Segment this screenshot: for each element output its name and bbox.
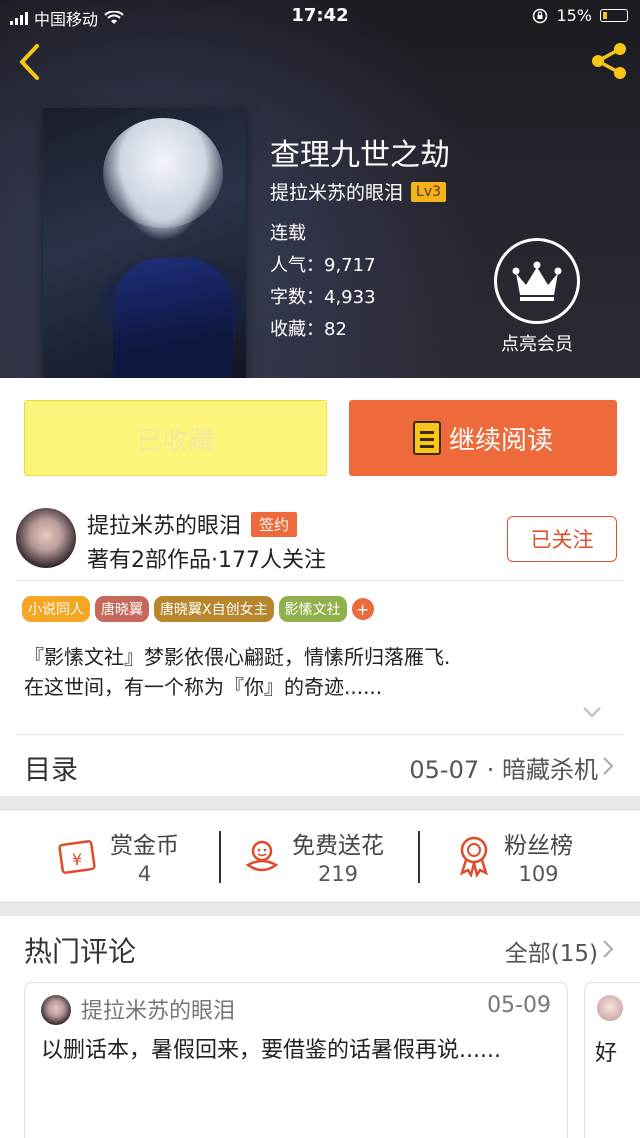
catalog-label: 目录 [24, 755, 78, 786]
continue-reading-button[interactable]: 继续阅读 [349, 400, 617, 476]
tag-item[interactable]: 影愫文社 [278, 596, 347, 622]
fan-rank-count: 109 [518, 862, 559, 886]
comments-label: 热门评论 [24, 935, 137, 968]
medal-icon [459, 836, 489, 877]
level-badge: Lv3 [411, 181, 447, 202]
tag-item[interactable]: 唐晓翼 [95, 596, 149, 622]
book-popularity: 人气：9,717 [270, 255, 376, 276]
chevron-right-icon [603, 757, 614, 775]
hot-comments: 热门评论 全部(15) 提拉米苏的眼泪 05-09 以删话本，暑假回来，要借鉴的… [0, 916, 640, 1138]
comment-text: 以删话本，暑假回来，要借鉴的话暑假再说...... [41, 1038, 501, 1063]
book-word-count: 字数：4,933 [270, 287, 376, 308]
tag-item[interactable]: 唐晓翼X自创女主 [154, 596, 274, 622]
intro-line: 『影愫文社』梦影依偎心翩跹，情愫所归落雁飞. [24, 645, 451, 669]
add-tag-button[interactable]: + [351, 598, 374, 620]
divider [16, 734, 624, 735]
vip-button[interactable]: 点亮会员 [492, 238, 582, 358]
book-favorites: 收藏：82 [270, 319, 347, 340]
svg-text:¥: ¥ [72, 850, 82, 869]
comment-card[interactable]: 提拉米苏的眼泪 05-09 以删话本，暑假回来，要借鉴的话暑假再说...... [24, 982, 568, 1138]
send-flower-button[interactable]: 免费送花 219 [244, 825, 384, 887]
tag-item[interactable]: 小说同人 [22, 596, 90, 622]
book-status: 连载 [270, 223, 306, 244]
tag-list: 小说同人 唐晓翼 唐晓翼X自创女主 影愫文社 + [22, 596, 374, 622]
favorited-button[interactable]: 已收藏 [24, 400, 327, 476]
follow-button[interactable]: 已关注 [507, 516, 617, 562]
book-cover[interactable] [43, 108, 246, 378]
avatar[interactable] [41, 995, 71, 1025]
action-bar: 已收藏 继续阅读 [0, 378, 640, 496]
book-author-row[interactable]: 提拉米苏的眼泪 Lv3 [270, 178, 447, 205]
battery-percent: 15% [556, 6, 592, 25]
book-icon [412, 421, 441, 455]
book-intro[interactable]: 『影愫文社』梦影依偎心翩跹，情愫所归落雁飞. 在这世间，有一个称为『你』的奇迹.… [24, 642, 624, 702]
back-button[interactable] [10, 38, 50, 86]
share-icon [592, 43, 626, 79]
comment-date: 05-09 [487, 993, 551, 1018]
section-gap [0, 901, 640, 916]
divider [16, 580, 624, 581]
signed-badge: 签约 [251, 511, 298, 537]
cover-art [103, 118, 223, 228]
chevron-left-icon [20, 44, 39, 80]
reward-count: 4 [137, 862, 152, 886]
share-button[interactable] [586, 38, 632, 84]
chevron-right-icon [603, 940, 614, 958]
fan-rank-title: 粉丝榜 [504, 833, 573, 859]
all-comments-link[interactable]: 全部(15) [505, 934, 598, 968]
author-avatar[interactable] [16, 508, 76, 568]
intro-line: 在这世间，有一个称为『你』的奇迹...... [24, 675, 383, 699]
reward-coins-button[interactable]: ¥ 赏金币 4 [56, 825, 179, 887]
section-gap [0, 796, 640, 811]
comment-user[interactable]: 提拉米苏的眼泪 [81, 993, 235, 1025]
continue-reading-label: 继续阅读 [448, 425, 553, 456]
status-right: 15% [532, 6, 628, 25]
vip-label: 点亮会员 [501, 334, 573, 355]
author-name[interactable]: 提拉米苏的眼泪 [87, 508, 241, 540]
comment-text: 好 [595, 1041, 618, 1066]
interaction-stats: ¥ 赏金币 4 免费送花 219 粉丝榜 109 [0, 811, 640, 901]
avatar[interactable] [597, 995, 623, 1021]
chevron-down-icon[interactable] [582, 706, 602, 718]
crown-icon [494, 238, 580, 324]
divider [219, 831, 221, 883]
author-stats: 著有2部作品·177人关注 [87, 548, 326, 573]
orientation-lock-icon [533, 8, 548, 23]
reward-title: 赏金币 [110, 833, 179, 859]
latest-chapter[interactable]: 05-07 · 暗藏杀机 [409, 750, 598, 785]
flower-count: 219 [317, 862, 359, 886]
book-header: 中国移动 17:42 15% 查理九世之劫 提拉米苏的眼泪 Lv3 连载 人气：… [0, 0, 640, 378]
book-author[interactable]: 提拉米苏的眼泪 [270, 178, 403, 205]
divider [418, 831, 420, 883]
status-bar: 中国移动 17:42 15% [0, 0, 640, 34]
author-section: 提拉米苏的眼泪 签约 著有2部作品·177人关注 已关注 小说同人 唐晓翼 唐晓… [0, 496, 640, 734]
battery-icon [600, 9, 628, 22]
fan-rank-button[interactable]: 粉丝榜 109 [456, 825, 573, 887]
flower-icon [245, 840, 279, 872]
catalog-row[interactable]: 目录 05-07 · 暗藏杀机 [0, 734, 640, 796]
book-meta: 连载 人气：9,717 字数：4,933 收藏：82 [270, 218, 376, 346]
book-title: 查理九世之劫 [270, 138, 450, 173]
comment-card[interactable]: 好 [584, 982, 640, 1138]
cover-art-figure [113, 258, 233, 378]
author-name-row[interactable]: 提拉米苏的眼泪 签约 [87, 508, 298, 540]
flower-title: 免费送花 [292, 833, 384, 859]
coin-envelope-icon: ¥ [58, 840, 96, 874]
